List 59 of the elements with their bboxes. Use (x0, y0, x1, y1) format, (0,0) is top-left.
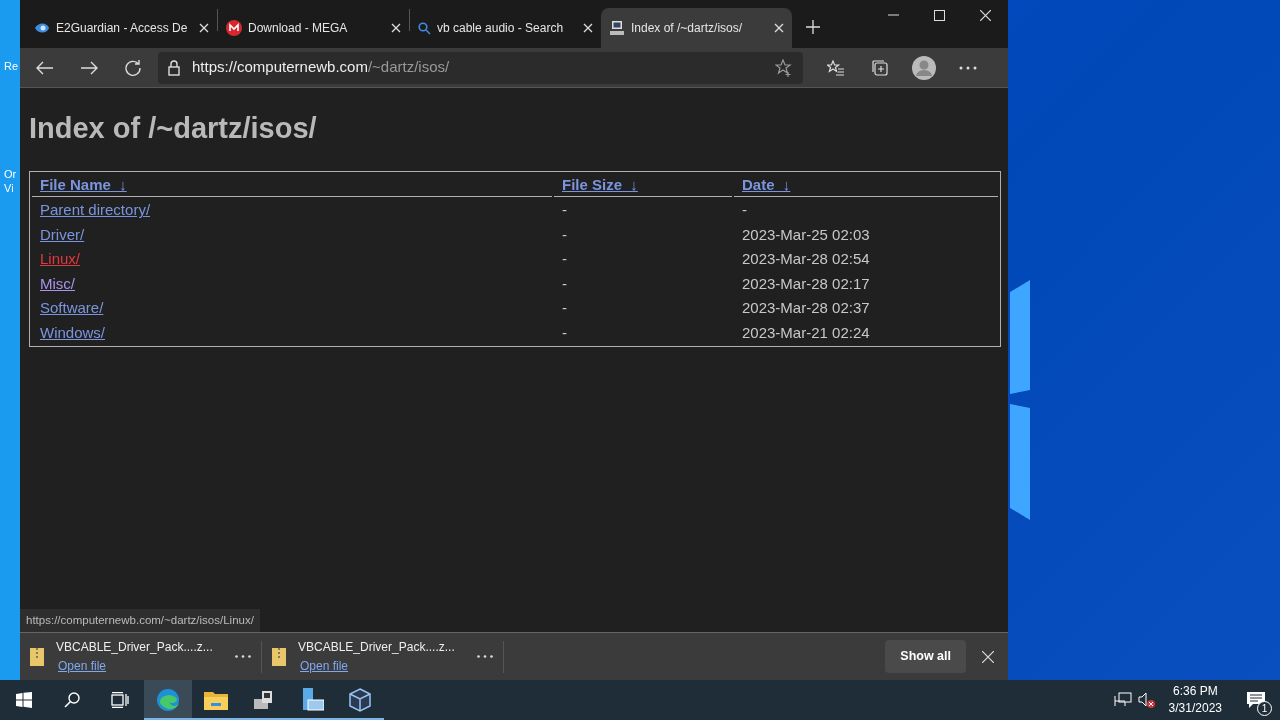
refresh-icon[interactable] (124, 58, 142, 77)
show-all-button[interactable]: Show all (885, 640, 966, 673)
close-icon[interactable] (583, 23, 593, 33)
directory-link[interactable]: Misc/ (40, 274, 75, 292)
date-text: 2023-Mar-28 02:17 (742, 274, 870, 292)
letter-m-icon (226, 20, 242, 36)
browser-tab[interactable]: E2Guardian - Access De (26, 8, 217, 48)
computer-icon (609, 20, 625, 36)
column-sort-link[interactable]: File Size ↓ (562, 175, 638, 193)
file-size-text: - (562, 299, 567, 317)
notification-count: 1 (1257, 701, 1272, 716)
close-icon[interactable] (391, 23, 401, 33)
clock-time: 6:36 PM (1171, 683, 1219, 700)
file-size-text: - (562, 323, 567, 341)
close-icon[interactable] (774, 23, 784, 33)
desktop-icon-label: Vi (4, 181, 14, 196)
page-heading: Index of /~dartz/isos/ (29, 111, 318, 146)
browser-tab[interactable]: Download - MEGA (218, 8, 409, 48)
lock-icon (168, 59, 180, 76)
clock-date: 3/31/2023 (1168, 700, 1222, 717)
close-icon[interactable] (199, 23, 209, 33)
zip-file-icon (30, 647, 44, 666)
edge-browser-icon[interactable] (144, 680, 192, 720)
more-options-icon[interactable] (477, 655, 493, 658)
column-sort-link[interactable]: Date ↓ (742, 175, 791, 193)
search-icon (418, 21, 431, 35)
file-size-text: - (562, 225, 567, 243)
open-file-link[interactable]: Open file (58, 657, 107, 675)
open-file-link[interactable]: Open file (300, 657, 349, 675)
date-text: - (742, 201, 747, 219)
close-icon[interactable] (982, 650, 994, 663)
date-text: 2023-Mar-28 02:54 (742, 250, 870, 268)
download-file-name: VBCABLE_Driver_Pack....z... (298, 639, 455, 656)
date-text: 2023-Mar-25 02:03 (742, 225, 870, 243)
file-size-text: - (562, 250, 567, 268)
address-bar[interactable]: https://computernewb.com/~dartz/isos/ (158, 51, 803, 84)
directory-link[interactable]: Windows/ (40, 323, 106, 341)
directory-link[interactable]: Parent directory/ (40, 201, 151, 219)
directory-link[interactable]: Driver/ (40, 225, 85, 243)
status-url: https://computernewb.com/~dartz/isos/Linux/ (20, 608, 260, 632)
file-size-text: - (562, 201, 567, 219)
windows-start-icon[interactable] (16, 692, 32, 708)
eye-icon (34, 22, 50, 34)
date-text: 2023-Mar-21 02:24 (742, 323, 870, 341)
directory-link[interactable]: Software/ (40, 299, 104, 317)
file-size-text: - (562, 274, 567, 292)
add-favorite-icon[interactable] (775, 58, 793, 77)
more-options-icon[interactable] (235, 655, 251, 658)
browser-tab[interactable]: vb cable audio - Search (410, 8, 601, 48)
download-file-name: VBCABLE_Driver_Pack....z... (56, 639, 213, 656)
directory-link[interactable]: Linux/ (40, 250, 81, 268)
browser-tab[interactable]: Index of /~dartz/isos/ (601, 8, 792, 48)
desktop-icon-label: Or (4, 167, 17, 182)
column-sort-link[interactable]: File Name ↓ (40, 175, 127, 193)
zip-file-icon (272, 647, 286, 666)
forward-icon[interactable] (80, 60, 98, 75)
desktop-icon-label: Re (4, 59, 19, 74)
back-icon[interactable] (36, 60, 54, 75)
date-text: 2023-Mar-28 02:37 (742, 299, 870, 317)
